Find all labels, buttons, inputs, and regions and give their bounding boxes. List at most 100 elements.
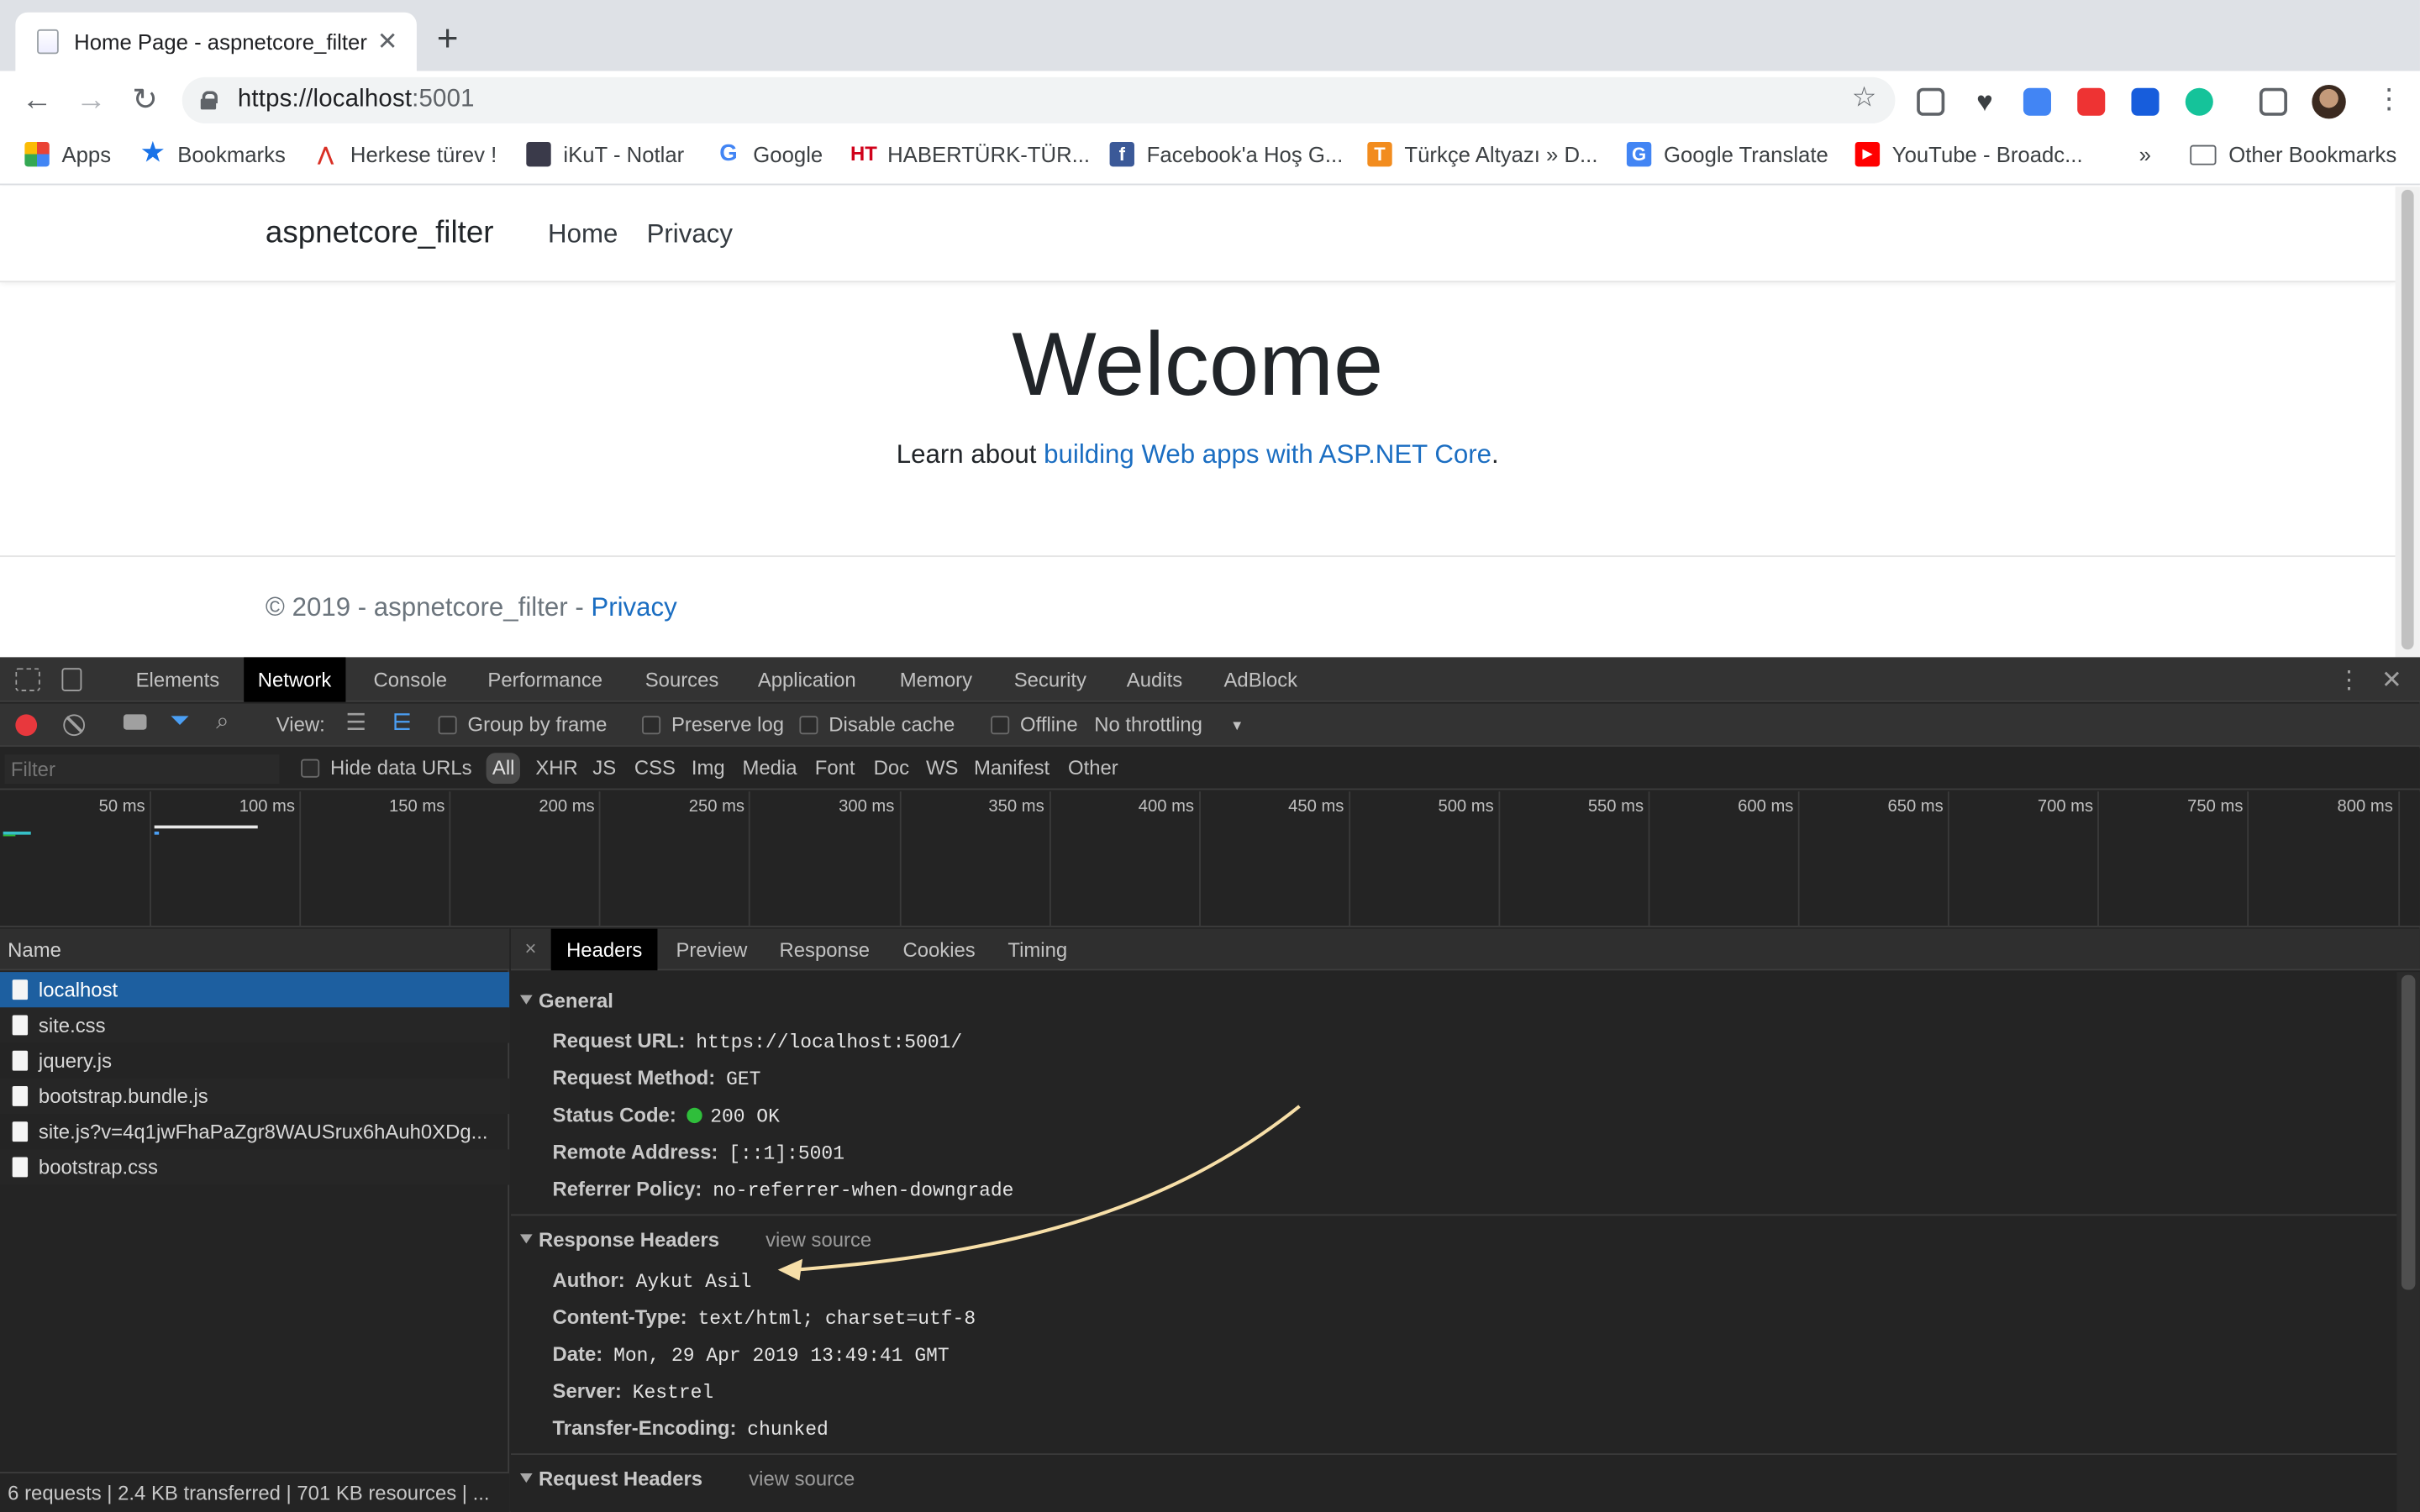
bookmark-google-translate[interactable]: G Google Translate bbox=[1626, 141, 1828, 167]
details-tab-timing[interactable]: Timing bbox=[992, 929, 1083, 971]
bookmark-facebook[interactable]: f Facebook'a Hoş G... bbox=[1109, 141, 1343, 167]
request-row[interactable]: site.css bbox=[0, 1007, 510, 1043]
pocket-icon[interactable] bbox=[1917, 87, 1945, 116]
timeline-gridline bbox=[599, 791, 602, 927]
browser-menu-icon[interactable]: ⋮ bbox=[2375, 83, 2403, 114]
view-source-link[interactable]: view source bbox=[765, 1228, 871, 1252]
response-headers-section-toggle[interactable]: Response Headers view source bbox=[519, 1228, 871, 1252]
record-icon[interactable] bbox=[15, 714, 38, 737]
profile-avatar[interactable] bbox=[2312, 85, 2346, 119]
browser-tab[interactable]: Home Page - aspnetcore_filter ✕ bbox=[15, 12, 417, 71]
large-rows-icon[interactable]: ☰ bbox=[345, 708, 366, 736]
filter-type-ws[interactable]: WS bbox=[926, 756, 958, 780]
close-details-icon[interactable]: × bbox=[524, 937, 536, 960]
page-scrollbar[interactable] bbox=[2395, 186, 2420, 658]
details-tab-response[interactable]: Response bbox=[764, 929, 885, 971]
hide-data-urls-checkbox[interactable]: Hide data URLs bbox=[301, 756, 472, 780]
request-row[interactable]: localhost bbox=[0, 972, 510, 1008]
page-scrollbar-thumb[interactable] bbox=[2401, 189, 2414, 650]
devtools-close-icon[interactable]: ✕ bbox=[2381, 665, 2402, 696]
search-icon[interactable]: ⌕ bbox=[216, 708, 229, 734]
group-by-frame-checkbox[interactable]: Group by frame bbox=[438, 713, 607, 736]
tab-close-icon[interactable]: ✕ bbox=[373, 26, 401, 57]
devtools-tab-console[interactable]: Console bbox=[360, 657, 461, 701]
request-row[interactable]: site.js?v=4q1jwFhaPaZgr8WAUSrux6hAuh0XDg… bbox=[0, 1114, 509, 1149]
filter-funnel-icon[interactable]: ⏷ bbox=[170, 708, 190, 736]
filter-type-css[interactable]: CSS bbox=[634, 756, 676, 780]
details-tab-cookies[interactable]: Cookies bbox=[887, 929, 991, 971]
bookmark-turkce-altyazi[interactable]: T Türkçe Altyazı » D... bbox=[1367, 141, 1597, 167]
filter-type-media[interactable]: Media bbox=[742, 756, 797, 780]
nav-link-home[interactable]: Home bbox=[548, 219, 618, 250]
details-tab-preview[interactable]: Preview bbox=[660, 929, 763, 971]
devtools-tab-elements[interactable]: Elements bbox=[122, 657, 234, 701]
request-row[interactable]: jquery.js bbox=[0, 1043, 509, 1079]
details-scrollbar[interactable] bbox=[2396, 972, 2420, 1512]
devtools-tab-audits[interactable]: Audits bbox=[1113, 657, 1196, 701]
filter-type-all[interactable]: All bbox=[486, 753, 521, 785]
bookmark-herkese-turev[interactable]: ⋀ Herkese türev ! bbox=[313, 142, 497, 166]
bookmark-star-icon[interactable]: ☆ bbox=[1852, 81, 1877, 114]
bitwarden-icon[interactable] bbox=[2131, 87, 2160, 116]
bookmark-haberturk[interactable]: HT HABERTÜRK-TÜR... bbox=[850, 142, 1090, 166]
site-brand-link[interactable]: aspnetcore_filter bbox=[266, 216, 494, 251]
reload-button[interactable]: ↻ bbox=[128, 83, 161, 117]
network-overview-timeline[interactable]: 50 ms 100 ms 150 ms 200 ms 250 ms 300 ms 350 m… bbox=[0, 791, 2420, 927]
filter-input[interactable] bbox=[4, 754, 280, 785]
bookmark-google[interactable]: G Google bbox=[716, 141, 823, 166]
details-scrollbar-thumb[interactable] bbox=[2401, 974, 2416, 1290]
devtools-tab-sources[interactable]: Sources bbox=[631, 657, 733, 701]
aspnet-docs-link[interactable]: building Web apps with ASP.NET Core bbox=[1044, 439, 1491, 469]
forward-button[interactable]: → bbox=[74, 83, 108, 117]
new-tab-button[interactable]: + bbox=[437, 18, 459, 61]
view-source-link[interactable]: view source bbox=[749, 1467, 855, 1491]
devtools-tab-adblock[interactable]: AdBlock bbox=[1210, 657, 1312, 701]
filter-type-manifest[interactable]: Manifest bbox=[974, 756, 1050, 780]
google-translate-icon[interactable] bbox=[2023, 87, 2051, 116]
adblock-icon[interactable] bbox=[2077, 87, 2106, 116]
site-navbar: aspnetcore_filter Home Privacy bbox=[0, 186, 2396, 283]
bookmark-bookmarks[interactable]: ★ Bookmarks bbox=[140, 141, 286, 166]
waterfall-icon[interactable]: ⋿ bbox=[392, 708, 413, 736]
bookmark-youtube[interactable]: ▶ YouTube - Broadc... bbox=[1854, 141, 2083, 167]
filter-type-js[interactable]: JS bbox=[592, 756, 616, 780]
devtools-tab-performance[interactable]: Performance bbox=[474, 657, 617, 701]
address-bar[interactable]: https://localhost:5001 ☆ bbox=[182, 76, 1896, 123]
column-header-name[interactable]: Name bbox=[0, 928, 510, 971]
bookmarks-overflow-button[interactable]: » bbox=[2139, 142, 2151, 166]
filter-type-doc[interactable]: Doc bbox=[874, 756, 909, 780]
heart-icon[interactable]: ♥ bbox=[1970, 88, 1998, 116]
devtools-tab-network[interactable]: Network bbox=[244, 657, 345, 702]
grammarly-icon[interactable] bbox=[2185, 87, 2213, 116]
devtools-tab-application[interactable]: Application bbox=[744, 657, 870, 701]
disable-cache-checkbox[interactable]: Disable cache bbox=[799, 713, 955, 736]
bookmark-other-bookmarks[interactable]: Other Bookmarks bbox=[2190, 142, 2396, 166]
request-row[interactable]: bootstrap.css bbox=[0, 1149, 510, 1185]
bookmark-apps[interactable]: Apps bbox=[24, 141, 111, 167]
offline-checkbox[interactable]: Offline bbox=[991, 713, 1078, 736]
bookmark-ikut-notlar[interactable]: iKuT - Notlar bbox=[526, 141, 684, 167]
filter-type-font[interactable]: Font bbox=[815, 756, 855, 780]
cast-icon[interactable] bbox=[2259, 87, 2287, 116]
devtools-tab-security[interactable]: Security bbox=[1000, 657, 1100, 701]
inspect-element-icon[interactable] bbox=[15, 668, 40, 691]
preserve-log-checkbox[interactable]: Preserve log bbox=[642, 713, 784, 736]
section-title: General bbox=[539, 989, 613, 1012]
footer-privacy-link[interactable]: Privacy bbox=[591, 592, 676, 622]
filter-type-xhr[interactable]: XHR bbox=[535, 756, 577, 780]
request-row[interactable]: bootstrap.bundle.js bbox=[0, 1078, 510, 1115]
screenshot-camera-icon[interactable] bbox=[123, 714, 147, 730]
throttling-select[interactable]: No throttling ▼ bbox=[1094, 713, 1244, 737]
devtools-tabbar: Elements Network Console Performance Sources… bbox=[0, 657, 2420, 702]
request-headers-section-toggle[interactable]: Request Headers view source bbox=[519, 1467, 855, 1491]
general-section-toggle[interactable]: General bbox=[519, 989, 613, 1012]
devtools-tab-memory[interactable]: Memory bbox=[886, 657, 986, 701]
nav-link-privacy[interactable]: Privacy bbox=[647, 219, 733, 250]
details-tab-headers[interactable]: Headers bbox=[550, 928, 658, 971]
back-button[interactable]: ← bbox=[20, 83, 54, 117]
clear-icon[interactable] bbox=[63, 714, 86, 737]
devtools-menu-icon[interactable]: ⋮ bbox=[2337, 665, 2361, 696]
device-toolbar-icon[interactable] bbox=[61, 668, 82, 691]
filter-type-img[interactable]: Img bbox=[692, 756, 725, 780]
filter-type-other[interactable]: Other bbox=[1068, 756, 1118, 780]
